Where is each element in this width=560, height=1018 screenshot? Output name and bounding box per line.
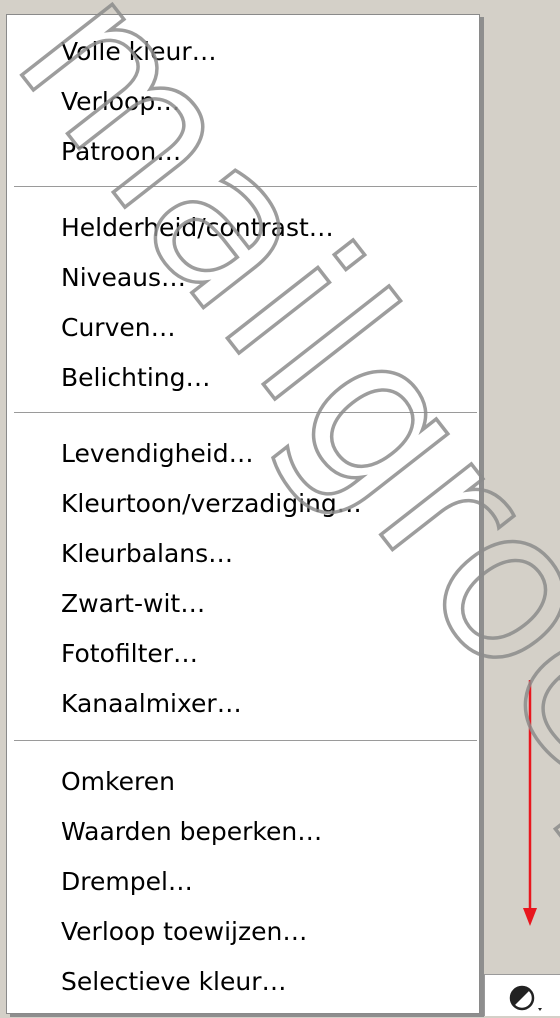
half-circle-adjustment-icon <box>509 985 542 1011</box>
menu-item-waarden-beperken[interactable]: Waarden beperken… <box>61 817 322 847</box>
menu-separator <box>14 186 477 188</box>
menu-item-omkeren[interactable]: Omkeren <box>61 767 175 797</box>
menu-item-levendigheid[interactable]: Levendigheid… <box>61 439 254 469</box>
menu-separator <box>14 740 477 742</box>
menu-item-kanaalmixer[interactable]: Kanaalmixer… <box>61 689 242 719</box>
menu-item-helderheid-contrast[interactable]: Helderheid/contrast… <box>61 213 334 243</box>
menu-separator <box>14 412 477 414</box>
menu-item-zwart-wit[interactable]: Zwart-wit… <box>61 589 205 619</box>
menu-item-fotofilter[interactable]: Fotofilter… <box>61 639 198 669</box>
menu-item-kleurbalans[interactable]: Kleurbalans… <box>61 539 233 569</box>
adjustment-layer-menu: Volle kleur… Verloop… Patroon… Helderhei… <box>6 14 480 1014</box>
menu-item-kleurtoon-verzadiging[interactable]: Kleurtoon/verzadiging… <box>61 489 362 519</box>
menu-item-patroon[interactable]: Patroon… <box>61 137 181 167</box>
menu-item-volle-kleur[interactable]: Volle kleur… <box>61 37 217 67</box>
menu-item-verloop-toewijzen[interactable]: Verloop toewijzen… <box>61 917 307 947</box>
red-down-arrow-annotation <box>523 680 537 926</box>
new-adjustment-layer-button[interactable] <box>504 978 548 1014</box>
menu-item-verloop[interactable]: Verloop… <box>61 87 180 117</box>
menu-item-belichting[interactable]: Belichting… <box>61 363 210 393</box>
menu-item-drempel[interactable]: Drempel… <box>61 867 193 897</box>
menu-item-niveaus[interactable]: Niveaus… <box>61 263 186 293</box>
menu-item-selectieve-kleur[interactable]: Selectieve kleur… <box>61 967 287 997</box>
menu-item-curven[interactable]: Curven… <box>61 313 176 343</box>
